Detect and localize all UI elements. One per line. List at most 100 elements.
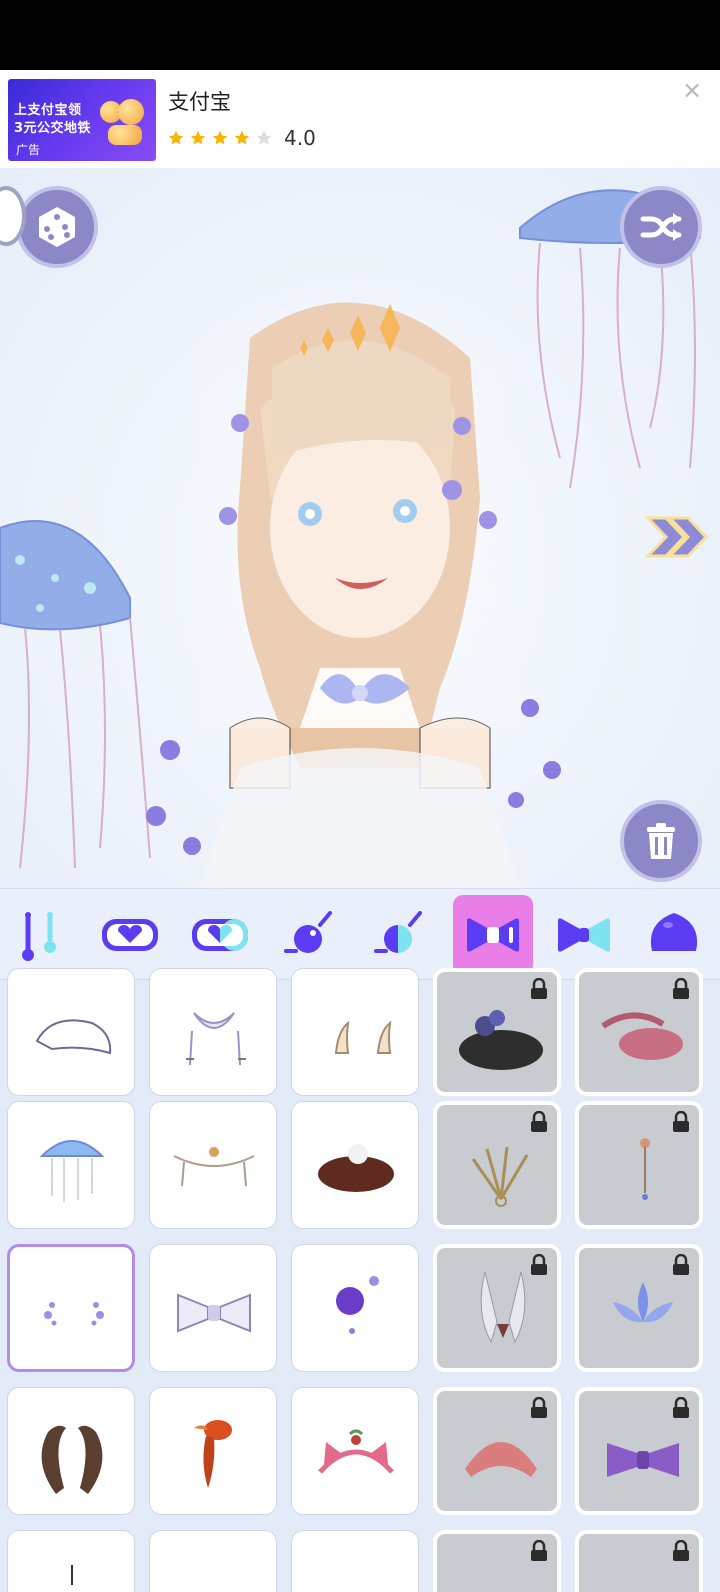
bird-nest-art	[318, 1144, 394, 1192]
ad-tag: 广告	[16, 143, 41, 157]
coin-pile-icon	[108, 125, 142, 145]
hair-pin-art	[640, 1138, 650, 1200]
ad-rating-stars: 4.0	[168, 126, 316, 150]
lock-icon	[531, 978, 547, 999]
category-heart-badge-2[interactable]	[180, 895, 260, 975]
ad-banner[interactable]: 上支付宝领 3元公交地铁 广告 支付宝 4.0 ×	[0, 70, 720, 168]
goldfish-art	[194, 1420, 232, 1488]
swing-icon	[22, 912, 56, 961]
item-partial[interactable]	[291, 1530, 419, 1592]
item-horns-small[interactable]	[291, 968, 419, 1096]
ad-title[interactable]: 支付宝	[168, 86, 231, 116]
lock-icon	[673, 1540, 689, 1561]
lock-icon	[531, 1540, 547, 1561]
ad-close-button[interactable]: ×	[680, 78, 704, 102]
star-filled-icon	[234, 130, 250, 145]
category-bow-2[interactable]	[544, 895, 624, 975]
feather-fan-art	[471, 1146, 529, 1207]
jellyfish-background	[0, 189, 701, 888]
ribbon-crosses-art	[186, 1012, 246, 1066]
category-heart-badge[interactable]	[90, 895, 170, 975]
ad-image[interactable]: 上支付宝领 3元公交地铁 广告	[8, 79, 156, 161]
lock-icon	[673, 978, 689, 999]
ball-pin-split-icon	[374, 911, 422, 953]
category-bar	[0, 888, 720, 980]
item-grid	[0, 968, 720, 1592]
item-fairy-wings[interactable]	[433, 1244, 561, 1372]
item-goldfish[interactable]	[149, 1387, 277, 1515]
pink-beret-art	[465, 1442, 537, 1477]
item-partial-locked[interactable]	[433, 1530, 561, 1592]
shuffle-button[interactable]	[620, 186, 702, 268]
ram-horns-art	[41, 1425, 103, 1494]
pearl-chain-art	[173, 1147, 255, 1187]
purple-bow-art	[607, 1443, 679, 1477]
category-bow[interactable]	[453, 895, 533, 975]
item-ram-horns[interactable]	[7, 1387, 135, 1515]
lock-icon	[531, 1397, 547, 1418]
item-pearl-chain[interactable]	[149, 1101, 277, 1229]
lock-icon	[673, 1254, 689, 1275]
star-filled-icon	[190, 130, 206, 145]
partial-item-art	[71, 1565, 73, 1585]
category-swing[interactable]	[0, 895, 80, 975]
ad-image-line-1: 上支付宝领	[14, 103, 82, 118]
lock-icon	[673, 1397, 689, 1418]
bow-icon	[467, 918, 519, 952]
jellyfish-art	[39, 1140, 105, 1202]
black-flower-hat-art	[459, 1010, 543, 1070]
star-filled-icon	[212, 130, 228, 145]
delete-button[interactable]	[620, 800, 702, 882]
item-partial[interactable]	[149, 1530, 277, 1592]
character-stage	[0, 168, 720, 888]
dice-icon	[39, 207, 75, 247]
item-feather-fan[interactable]	[433, 1101, 561, 1229]
item-purple-bow[interactable]	[575, 1387, 703, 1515]
cat-ear-headband-art	[318, 1429, 394, 1474]
item-partial-locked[interactable]	[575, 1530, 703, 1592]
item-jellyfish[interactable]	[7, 1101, 135, 1229]
lace-bow-art	[177, 1293, 251, 1333]
item-purple-rose[interactable]	[291, 1244, 419, 1372]
item-flower-sparkles[interactable]	[7, 1244, 135, 1372]
feather-hat-art	[601, 1012, 683, 1060]
lock-icon	[531, 1111, 547, 1132]
lotus-art	[613, 1282, 673, 1323]
lock-icon	[673, 1111, 689, 1132]
character	[146, 300, 561, 888]
blob-icon	[650, 913, 698, 951]
horns-small-art	[334, 1020, 392, 1054]
item-white-beret[interactable]	[7, 968, 135, 1096]
ad-rating-value: 4.0	[284, 126, 316, 150]
trash-icon	[647, 823, 675, 859]
item-partial[interactable]	[7, 1530, 135, 1592]
lock-icon	[531, 1254, 547, 1275]
app-screen: 上支付宝领 3元公交地铁 广告 支付宝 4.0 ×	[0, 0, 720, 1592]
category-ball-pin[interactable]	[270, 895, 350, 975]
item-bird-nest[interactable]	[291, 1101, 419, 1229]
purple-rose-art	[336, 1276, 379, 1334]
item-lace-bow[interactable]	[149, 1244, 277, 1372]
item-black-flower-hat[interactable]	[433, 968, 561, 1096]
white-beret-art	[35, 1019, 112, 1055]
item-hair-pin[interactable]	[575, 1101, 703, 1229]
next-arrows-icon[interactable]	[644, 512, 708, 562]
star-filled-icon	[168, 130, 184, 145]
heart-badge-split-icon	[192, 919, 248, 951]
item-lotus[interactable]	[575, 1244, 703, 1372]
ball-pin-icon	[284, 911, 332, 953]
item-pink-beret[interactable]	[433, 1387, 561, 1515]
category-blob[interactable]	[634, 895, 714, 975]
category-ball-pin-2[interactable]	[360, 895, 440, 975]
star-empty-icon	[256, 130, 272, 145]
shuffle-icon	[640, 213, 682, 241]
dice-button[interactable]	[16, 186, 98, 268]
ad-image-line-2: 3元公交地铁	[14, 121, 92, 136]
item-feather-hat[interactable]	[575, 968, 703, 1096]
item-ribbon-crosses[interactable]	[149, 968, 277, 1096]
coin-icon	[118, 99, 144, 125]
heart-badge-icon	[102, 919, 158, 951]
item-cat-ear-headband[interactable]	[291, 1387, 419, 1515]
bow-split-icon	[558, 918, 610, 952]
flower-sparkles-art	[44, 1302, 104, 1326]
